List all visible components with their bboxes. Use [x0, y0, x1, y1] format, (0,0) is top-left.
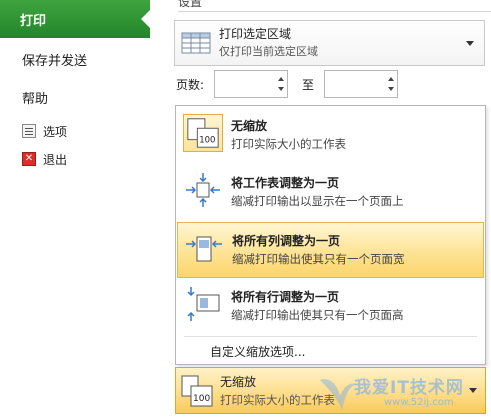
nav-item-label: 选项 [43, 124, 68, 139]
nav-item-label: 退出 [43, 152, 68, 167]
fit-columns-icon [186, 236, 222, 262]
spin-up-icon[interactable] [278, 77, 284, 81]
spin-down-icon[interactable] [278, 87, 284, 91]
scaling-menu: 100 无缩放 打印实际大小的工作表 将工作表调整为一页 缩减打印输出以显示在一… [175, 105, 486, 365]
pages-label: 页数: [176, 78, 205, 92]
nav-item-print[interactable]: 打印 [0, 0, 151, 38]
print-area-description: 仅打印当前选定区域 [219, 45, 318, 58]
page-100-icon: 100 [183, 114, 223, 152]
pages-from-input[interactable] [214, 70, 288, 98]
menu-item-description: 缩减打印输出使其只有一个页面高 [231, 308, 404, 322]
scaling-dropdown[interactable]: 100 无缩放 打印实际大小的工作表 [175, 367, 486, 414]
menu-item-description: 缩减打印输出使其只有一个页面宽 [232, 252, 405, 266]
svg-text:100: 100 [199, 135, 215, 145]
section-divider [178, 11, 491, 12]
nav-item-label: 帮助 [22, 91, 49, 107]
menu-item-title: 将工作表调整为一页 [231, 176, 340, 190]
nav-item-exit[interactable]: ✕ 退出 [0, 147, 150, 171]
chevron-down-icon [466, 40, 474, 46]
spin-down-icon[interactable] [388, 87, 394, 91]
pages-to-label: 至 [302, 78, 315, 92]
nav-item-label: 打印 [20, 13, 47, 29]
pages-range: 页数: 至 [176, 70, 476, 98]
nav-item-label: 保存并发送 [22, 53, 88, 69]
nav-item-options[interactable]: 选项 [0, 119, 150, 143]
menu-item-fit-rows[interactable]: 将所有行调整为一页 缩减打印输出使其只有一个页面高 [177, 279, 484, 335]
section-title: 设置 [178, 0, 203, 9]
backstage-nav: 打印 保存并发送 帮助 选项 ✕ 退出 [0, 0, 151, 419]
print-area-dropdown[interactable]: 打印选定区域 仅打印当前选定区域 [174, 20, 485, 66]
print-area-title: 打印选定区域 [219, 27, 292, 41]
scaling-title: 无缩放 [220, 374, 257, 389]
pages-to-input[interactable] [324, 70, 398, 98]
menu-item-description: 打印实际大小的工作表 [231, 137, 346, 151]
menu-item-title: 将所有列调整为一页 [232, 234, 341, 248]
nav-item-save-send[interactable]: 保存并发送 [0, 44, 150, 74]
fit-sheet-icon [186, 173, 220, 207]
chevron-down-icon [469, 388, 477, 393]
menu-item-description: 缩减打印输出以显示在一个页面上 [231, 194, 404, 208]
exit-icon: ✕ [22, 152, 36, 166]
options-icon [22, 124, 36, 138]
nav-item-help[interactable]: 帮助 [0, 82, 150, 112]
page-100-icon: 100 [181, 375, 213, 406]
custom-scaling-options-link[interactable]: 自定义缩放选项... [210, 343, 305, 360]
menu-item-title: 将所有行调整为一页 [231, 290, 340, 304]
menu-item-fit-sheet[interactable]: 将工作表调整为一页 缩减打印输出以显示在一个页面上 [177, 165, 484, 221]
spin-up-icon[interactable] [388, 77, 394, 81]
table-grid-icon [181, 32, 211, 54]
menu-item-title: 无缩放 [231, 119, 268, 133]
menu-divider [184, 336, 477, 337]
menu-item-no-scaling[interactable]: 100 无缩放 打印实际大小的工作表 [177, 108, 484, 164]
menu-item-fit-columns[interactable]: 将所有列调整为一页 缩减打印输出使其只有一个页面宽 [177, 222, 484, 278]
fit-rows-icon [187, 287, 220, 321]
scaling-description: 打印实际大小的工作表 [220, 392, 335, 407]
svg-text:100: 100 [193, 394, 210, 404]
